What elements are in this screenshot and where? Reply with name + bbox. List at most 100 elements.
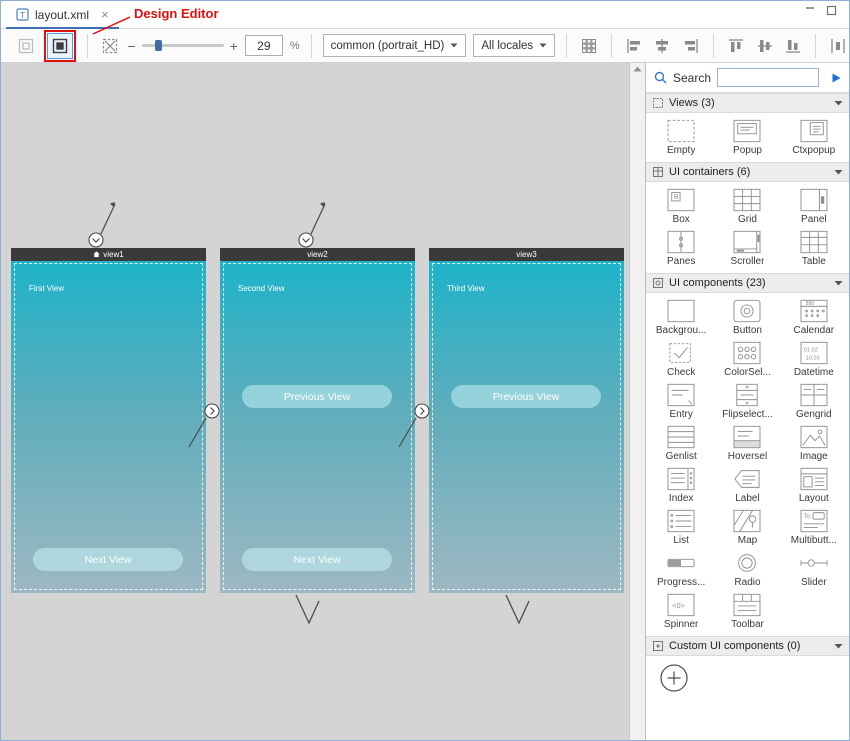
collapse-chevron-icon[interactable] xyxy=(834,169,843,175)
transition-line[interactable] xyxy=(189,418,206,447)
palette-section-header[interactable]: UI components (23) xyxy=(646,273,849,293)
palette-item-toolbar[interactable]: Toolbar xyxy=(714,590,780,632)
palette-item-popup[interactable]: Popup xyxy=(714,116,780,158)
align-left-button[interactable] xyxy=(623,33,645,59)
fit-to-screen-button[interactable] xyxy=(99,33,121,59)
transition-line[interactable] xyxy=(311,204,325,234)
zoom-slider-track[interactable] xyxy=(142,44,224,47)
search-go-icon[interactable] xyxy=(832,73,841,83)
maximize-button[interactable] xyxy=(826,5,837,16)
palette-item-multibutton[interactable]: To:Multibutt... xyxy=(781,506,847,548)
palette-item-label: ColorSel... xyxy=(724,367,771,378)
add-custom-component-button[interactable] xyxy=(659,663,689,693)
zoom-in-button[interactable]: + xyxy=(230,39,238,53)
align-middle-button[interactable] xyxy=(754,33,776,59)
palette-item-index[interactable]: Index xyxy=(648,464,714,506)
minimize-button[interactable] xyxy=(805,5,816,16)
zoom-input[interactable] xyxy=(245,35,283,56)
palette-item-label: List xyxy=(673,535,689,546)
palette-item-colorselector[interactable]: ColorSel... xyxy=(714,338,780,380)
zoom-slider-handle[interactable] xyxy=(155,40,162,51)
tab-close-icon[interactable]: × xyxy=(101,8,109,21)
scroll-up-arrow[interactable] xyxy=(630,66,645,72)
palette-item-grid[interactable]: Grid xyxy=(714,185,780,227)
transition-line[interactable] xyxy=(399,418,416,447)
palette-item-entry[interactable]: Entry xyxy=(648,380,714,422)
locales-dropdown[interactable]: All locales xyxy=(473,34,555,57)
align-bottom-button[interactable] xyxy=(783,33,805,59)
transition-handle-right[interactable] xyxy=(205,404,219,418)
palette-item-layout[interactable]: Layout xyxy=(781,464,847,506)
collapse-chevron-icon[interactable] xyxy=(834,280,843,286)
toolbar-separator xyxy=(713,34,714,58)
collapse-chevron-icon[interactable] xyxy=(834,643,843,649)
toolbar-icon xyxy=(730,592,764,618)
palette-item-map[interactable]: Map xyxy=(714,506,780,548)
palette-item-empty[interactable]: Empty xyxy=(648,116,714,158)
profile-dropdown[interactable]: common (portrait_HD) xyxy=(323,34,467,57)
tab-layout-xml[interactable]: T layout.xml × xyxy=(6,2,119,29)
transition-handle-down[interactable] xyxy=(299,233,313,247)
palette-item-scroller[interactable]: Scroller xyxy=(714,227,780,269)
palette-section-header[interactable]: Custom UI components (0) xyxy=(646,636,849,656)
palette-item-spinner[interactable]: <0>Spinner xyxy=(648,590,714,632)
palette-item-panel[interactable]: Panel xyxy=(781,185,847,227)
palette-item-slider[interactable]: Slider xyxy=(781,548,847,590)
section-icon xyxy=(652,166,664,178)
section-title: UI containers (6) xyxy=(669,166,829,178)
search-input[interactable] xyxy=(717,68,819,87)
align-top-button[interactable] xyxy=(725,33,747,59)
distribute-button[interactable] xyxy=(827,33,849,59)
transition-handle-right[interactable] xyxy=(415,404,429,418)
palette-item-gengrid[interactable]: Gengrid xyxy=(781,380,847,422)
palette-item-ctxpopup[interactable]: Ctxpopup xyxy=(781,116,847,158)
align-center-button[interactable] xyxy=(652,33,674,59)
palette-item-progressbar[interactable]: Progress... xyxy=(648,548,714,590)
collapse-chevron-icon[interactable] xyxy=(834,100,843,106)
grid-toggle-button[interactable] xyxy=(578,33,600,59)
palette-item-box[interactable]: BBox xyxy=(648,185,714,227)
palette-item-genlist[interactable]: Genlist xyxy=(648,422,714,464)
transition-handle-down[interactable] xyxy=(89,233,103,247)
palette-item-calendar[interactable]: 888Calendar xyxy=(781,296,847,338)
toolbar-separator xyxy=(566,34,567,58)
palette-item-image[interactable]: Image xyxy=(781,422,847,464)
palette-item-list[interactable]: List xyxy=(648,506,714,548)
palette-item-radio[interactable]: Radio xyxy=(714,548,780,590)
palette-item-datetime[interactable]: 01.0210:20Datetime xyxy=(781,338,847,380)
canvas-scrollbar[interactable] xyxy=(629,63,645,740)
window-controls xyxy=(805,5,837,16)
tab-bar: T layout.xml × Design Editor xyxy=(1,1,849,29)
palette-item-panes[interactable]: Panes xyxy=(648,227,714,269)
palette-section-header[interactable]: Views (3) xyxy=(646,93,849,113)
palette-item-label: Index xyxy=(669,493,693,504)
transition-connectors xyxy=(1,63,629,740)
zoom-out-button[interactable]: − xyxy=(127,39,135,53)
palette-item-label: Image xyxy=(800,451,828,462)
palette-item-background[interactable]: Backgrou... xyxy=(648,296,714,338)
transition-line[interactable] xyxy=(506,595,529,623)
progressbar-icon xyxy=(664,550,698,576)
palette-item-label: Entry xyxy=(669,409,692,420)
palette-item-flipselector[interactable]: Flipselect... xyxy=(714,380,780,422)
design-mode-button[interactable] xyxy=(47,33,73,59)
transition-line[interactable] xyxy=(296,595,319,623)
palette-item-label[interactable]: Label xyxy=(714,464,780,506)
palette-item-check[interactable]: Check xyxy=(648,338,714,380)
palette-item-button[interactable]: Button xyxy=(714,296,780,338)
transition-line[interactable] xyxy=(101,204,115,234)
palette-item-label: Map xyxy=(738,535,757,546)
palette-item-table[interactable]: Table xyxy=(781,227,847,269)
entry-icon xyxy=(664,382,698,408)
datetime-icon: 01.0210:20 xyxy=(797,340,831,366)
search-label: Search xyxy=(673,71,711,85)
button-icon xyxy=(730,298,764,324)
canvas[interactable]: view1First ViewNext Viewview2Second View… xyxy=(1,63,629,740)
gengrid-icon xyxy=(797,382,831,408)
preview-mode-button[interactable] xyxy=(15,33,37,59)
align-right-button[interactable] xyxy=(680,33,702,59)
palette-item-hoversel[interactable]: Hoversel xyxy=(714,422,780,464)
palette-section-header[interactable]: UI containers (6) xyxy=(646,162,849,182)
palette-item-label: Empty xyxy=(667,145,695,156)
flipselector-icon xyxy=(730,382,764,408)
